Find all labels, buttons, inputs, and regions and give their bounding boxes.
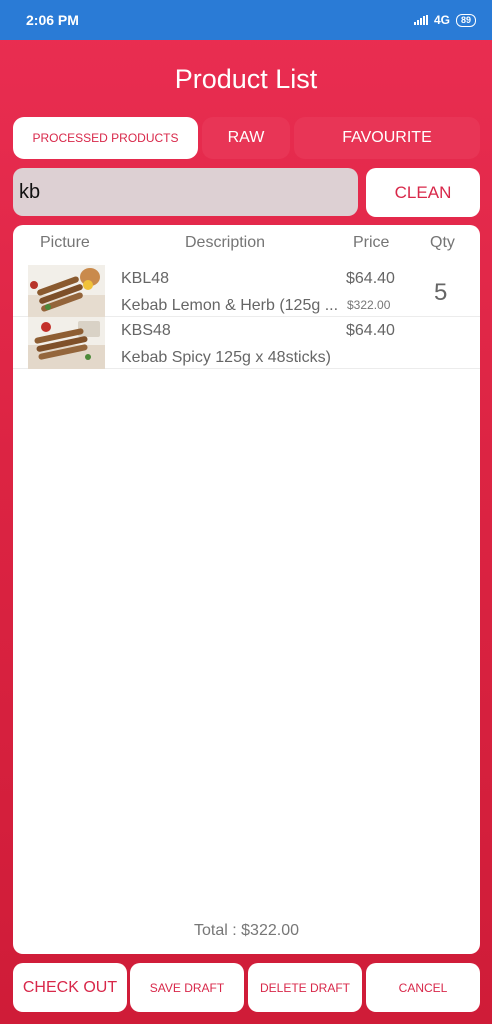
product-price: $64.40 <box>346 270 395 287</box>
product-description: Kebab Lemon & Herb (125g ... <box>121 297 339 314</box>
header-price: Price <box>353 234 390 251</box>
header-picture: Picture <box>40 234 90 251</box>
status-time: 2:06 PM <box>26 12 79 28</box>
tab-processed-products[interactable]: PROCESSED PRODUCTS <box>13 117 198 159</box>
page-title: Product List <box>174 64 318 94</box>
table-row[interactable]: KBL48 Kebab Lemon & Herb (125g ... $64.4… <box>13 265 480 317</box>
cancel-button[interactable]: CANCEL <box>366 963 480 1012</box>
save-draft-button[interactable]: SAVE DRAFT <box>130 963 244 1012</box>
clean-button[interactable]: CLEAN <box>366 168 480 217</box>
header-qty: Qty <box>430 234 455 251</box>
product-description: Kebab Spicy 125g x 48sticks) <box>121 349 331 366</box>
product-code: KBS48 <box>121 322 171 339</box>
table-row[interactable]: KBS48 Kebab Spicy 125g x 48sticks) $64.4… <box>13 317 480 369</box>
header-description: Description <box>185 234 266 251</box>
signal-icon <box>413 15 428 25</box>
battery-icon: 89 <box>455 13 476 27</box>
product-image <box>28 265 105 317</box>
product-qty[interactable]: 5 <box>434 279 447 307</box>
status-indicators: 4G 89 <box>413 13 476 27</box>
tab-favourite[interactable]: FAVOURITE <box>294 117 480 159</box>
product-subtotal: $322.00 <box>347 298 391 312</box>
network-type: 4G <box>433 13 450 27</box>
tab-raw[interactable]: RAW <box>202 117 290 159</box>
product-list: Picture Description Price Qty KBL48 Keba… <box>13 225 480 954</box>
status-bar: 2:06 PM 4G 89 <box>0 0 492 40</box>
order-total: Total : $322.00 <box>194 922 299 939</box>
product-image <box>28 317 105 369</box>
checkout-button[interactable]: CHECK OUT <box>13 963 127 1012</box>
product-price: $64.40 <box>346 322 395 339</box>
delete-draft-button[interactable]: DELETE DRAFT <box>248 963 362 1012</box>
search-input[interactable] <box>13 168 358 216</box>
product-code: KBL48 <box>121 270 170 287</box>
